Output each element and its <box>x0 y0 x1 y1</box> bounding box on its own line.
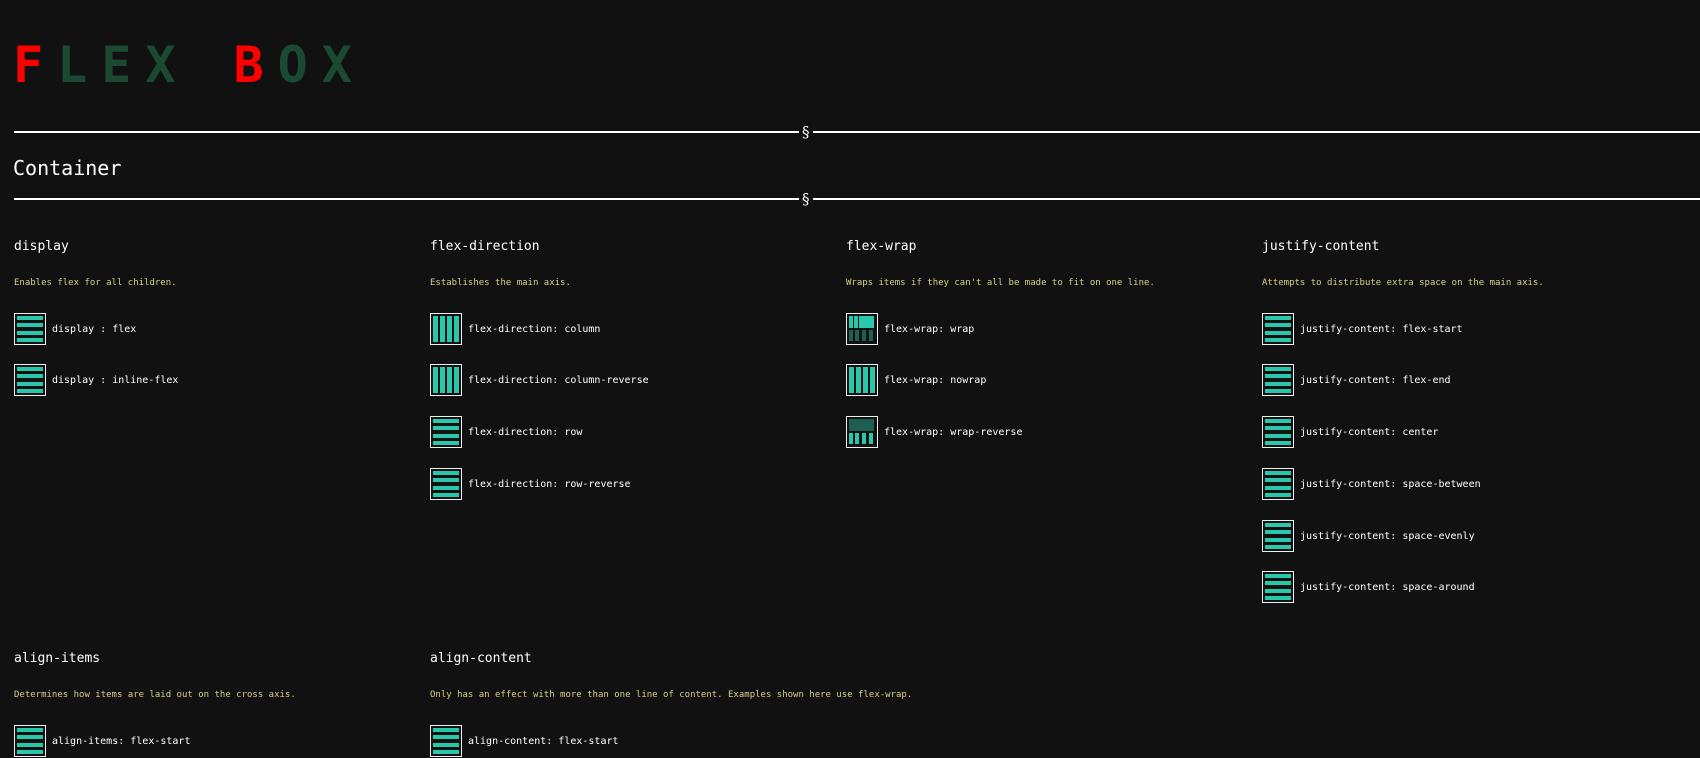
item-flex-wrap-wrap[interactable]: flex-wrap: wrap <box>846 312 974 346</box>
item-label: justify-content: flex-end <box>1300 374 1451 386</box>
item-label: justify-content: center <box>1300 426 1439 438</box>
item-label: flex-direction: row <box>468 426 583 438</box>
item-label: justify-content: space-between <box>1300 478 1481 490</box>
item-flex-wrap-nowrap[interactable]: flex-wrap: nowrap <box>846 363 986 397</box>
flex-rows-icon <box>430 725 462 757</box>
flex-rows-icon <box>430 468 462 500</box>
item-label: flex-direction: column <box>468 323 601 335</box>
flex-wrap-reverse-icon <box>846 416 878 448</box>
item-flex-direction-column-reverse[interactable]: flex-direction: column-reverse <box>430 363 649 397</box>
item-label: display : inline-flex <box>52 374 179 386</box>
group-description: Attempts to distribute extra space on th… <box>1262 278 1544 288</box>
flex-rows-icon <box>14 364 46 396</box>
group-title: flex-wrap <box>846 239 917 254</box>
item-label: display : flex <box>52 323 137 335</box>
item-display-inline-flex[interactable]: display : inline-flex <box>14 363 178 397</box>
item-justify-content-space-evenly[interactable]: justify-content: space-evenly <box>1262 519 1475 553</box>
logo-letters-ox: OX <box>277 36 366 94</box>
section-mark: § <box>799 121 813 143</box>
group-title: display <box>14 239 69 254</box>
section-title: Container <box>13 156 122 180</box>
item-align-content-flex-start[interactable]: align-content: flex-start <box>430 724 619 758</box>
item-align-items-flex-start[interactable]: align-items: flex-start <box>14 724 190 758</box>
flex-rows-icon <box>1262 364 1294 396</box>
flex-rows-icon <box>14 725 46 757</box>
flex-rows-icon <box>1262 468 1294 500</box>
group-description: Enables flex for all children. <box>14 278 177 288</box>
item-label: flex-wrap: wrap-reverse <box>884 426 1023 438</box>
item-label: justify-content: space-around <box>1300 581 1475 593</box>
group-title: align-content <box>430 651 532 666</box>
section-mark: § <box>799 188 813 210</box>
group-title: align-items <box>14 651 101 666</box>
item-justify-content-flex-end[interactable]: justify-content: flex-end <box>1262 363 1451 397</box>
item-label: align-items: flex-start <box>52 735 191 747</box>
item-label: align-content: flex-start <box>468 735 619 747</box>
item-flex-direction-column[interactable]: flex-direction: column <box>430 312 600 346</box>
group-description: Wraps items if they can't all be made to… <box>846 278 1155 288</box>
group-description: Determines how items are laid out on the… <box>14 690 296 700</box>
section-divider-top: § <box>14 121 1700 143</box>
item-justify-content-flex-start[interactable]: justify-content: flex-start <box>1262 312 1463 346</box>
item-display-flex[interactable]: display : flex <box>14 312 136 346</box>
group-description: Only has an effect with more than one li… <box>430 690 913 700</box>
flex-rows-icon <box>1262 571 1294 603</box>
flex-wrap-icon <box>846 313 878 345</box>
item-label: flex-direction: column-reverse <box>468 374 649 386</box>
logo-letter-b: B <box>233 36 278 94</box>
flex-columns-icon <box>430 313 462 345</box>
item-label: justify-content: space-evenly <box>1300 530 1475 542</box>
flex-rows-icon <box>1262 520 1294 552</box>
item-label: justify-content: flex-start <box>1300 323 1463 335</box>
group-title: justify-content <box>1262 239 1380 254</box>
logo-letter-f: F <box>13 36 58 94</box>
flex-rows-icon <box>1262 313 1294 345</box>
flex-rows-icon <box>430 416 462 448</box>
group-title: flex-direction <box>430 239 540 254</box>
item-justify-content-center[interactable]: justify-content: center <box>1262 415 1438 449</box>
section-divider-bottom: § <box>14 188 1700 210</box>
flex-columns-icon <box>846 364 878 396</box>
item-justify-content-space-around[interactable]: justify-content: space-around <box>1262 570 1475 604</box>
item-justify-content-space-between[interactable]: justify-content: space-between <box>1262 467 1481 501</box>
item-label: flex-wrap: wrap <box>884 323 975 335</box>
logo: FLEX BOX <box>13 30 366 100</box>
group-description: Establishes the main axis. <box>430 278 571 288</box>
item-flex-direction-row[interactable]: flex-direction: row <box>430 415 582 449</box>
item-flex-direction-row-reverse[interactable]: flex-direction: row-reverse <box>430 467 631 501</box>
flex-columns-icon <box>430 364 462 396</box>
item-label: flex-direction: row-reverse <box>468 478 631 490</box>
flex-rows-icon <box>1262 416 1294 448</box>
item-flex-wrap-wrap-reverse[interactable]: flex-wrap: wrap-reverse <box>846 415 1022 449</box>
logo-letters-lex: LEX <box>57 36 190 94</box>
item-label: flex-wrap: nowrap <box>884 374 987 386</box>
flex-rows-icon <box>14 313 46 345</box>
